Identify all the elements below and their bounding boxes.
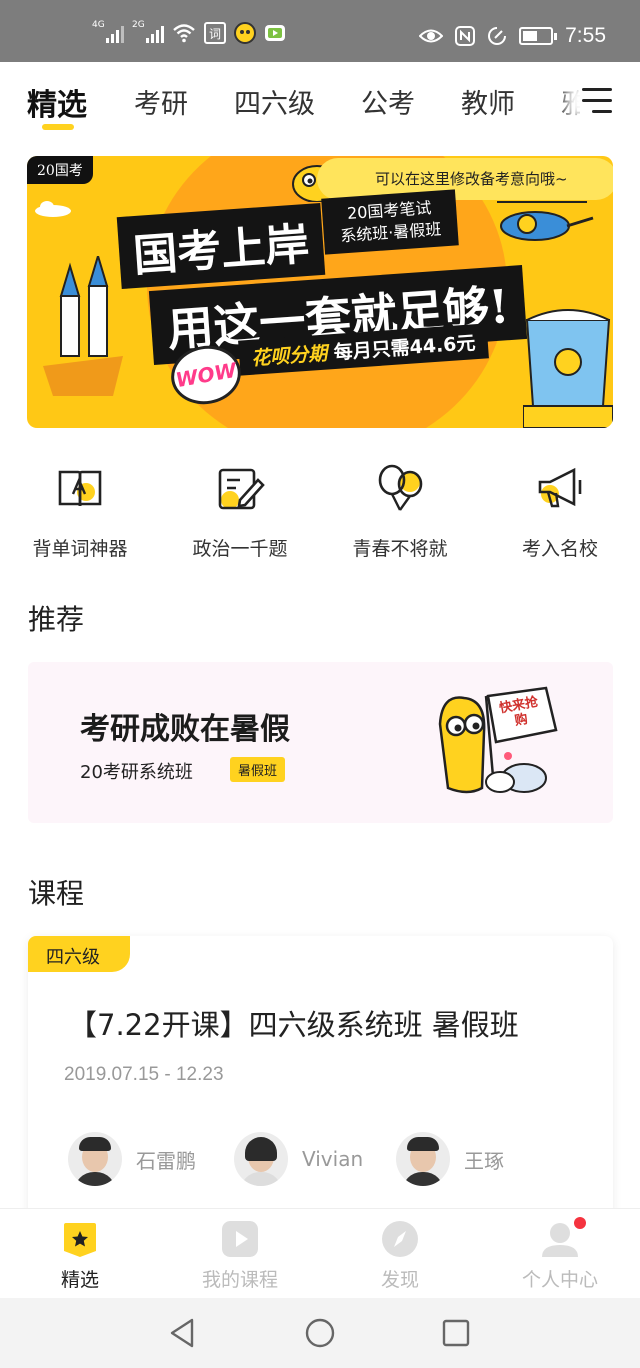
nfc-icon xyxy=(455,26,476,46)
back-icon[interactable] xyxy=(166,1316,200,1350)
course-title: 【7.22开课】四六级系统班 暑假班 xyxy=(68,1008,519,1042)
banner-hint-bubble[interactable]: 可以在这里修改备考意向哦~ xyxy=(317,158,613,200)
home-icon[interactable] xyxy=(303,1316,337,1350)
open-book-icon xyxy=(58,470,102,507)
teacher-name: 石雷鹏 xyxy=(136,1148,196,1173)
video-app-icon xyxy=(265,25,285,41)
banner-subtitle: 20国考笔试 系统班·暑假班 xyxy=(321,189,459,255)
course-card[interactable]: 四六级 【7.22开课】四六级系统班 暑假班 2019.07.15 - 12.2… xyxy=(28,936,613,1236)
nav-featured[interactable]: 精选 xyxy=(0,1221,160,1292)
category-tab-bar: 精选 考研 四六级 公考 教师 雅 xyxy=(0,62,640,142)
avatar xyxy=(396,1132,450,1186)
quick-entry-vocab[interactable]: 背单词神器 xyxy=(0,462,160,561)
app-screen: 4G 2G 词 7:55 精选 考研 四六级 公考 教师 雅 20国考 可以在这… xyxy=(0,0,640,1368)
banner-price-text: 每月只需44.6元 xyxy=(333,332,477,365)
category-menu-button[interactable] xyxy=(580,84,614,118)
system-navigation-bar xyxy=(0,1298,640,1368)
teacher-item: Vivian xyxy=(234,1132,363,1186)
nav-discover[interactable]: 发现 xyxy=(320,1221,480,1292)
banner-tag: 20国考 xyxy=(27,156,93,184)
recommend-card-badge: 暑假班 xyxy=(230,757,286,782)
eye-comfort-icon xyxy=(419,29,444,43)
play-icon xyxy=(222,1221,258,1257)
castle-icon xyxy=(43,256,123,396)
banner-price-highlight: 花呗分期 xyxy=(250,342,328,370)
course-category-tag: 四六级 xyxy=(28,936,130,972)
quick-entry-youth[interactable]: 青春不将就 xyxy=(320,462,480,561)
quick-entry-grid: 背单词神器 政治一千题 青春不将就 考入名校 xyxy=(0,462,640,572)
megaphone-icon xyxy=(538,467,582,508)
tab-civil-exam[interactable]: 公考 xyxy=(361,82,415,121)
recommend-card[interactable]: 考研成败在暑假 20考研系统班 暑假班 快来抢购 xyxy=(28,662,613,823)
signal-2g-icon: 2G xyxy=(132,21,164,43)
tab-kaoyan[interactable]: 考研 xyxy=(134,82,188,121)
recommend-card-title: 考研成败在暑假 xyxy=(80,712,290,747)
dictionary-app-icon: 词 xyxy=(204,22,226,44)
nav-label: 我的课程 xyxy=(201,1269,278,1291)
active-tab-indicator xyxy=(42,124,74,130)
notification-dot xyxy=(574,1217,586,1229)
clock: 7:55 xyxy=(565,24,606,47)
signal-4g-icon: 4G xyxy=(92,21,124,43)
status-bar: 4G 2G 词 7:55 xyxy=(0,0,640,62)
courses-section-title: 课程 xyxy=(28,877,85,910)
quick-entry-label: 考入名校 xyxy=(521,538,598,560)
monkey-app-icon xyxy=(234,22,256,44)
quick-entry-label: 背单词神器 xyxy=(32,538,128,560)
quick-entry-politics[interactable]: 政治一千题 xyxy=(160,462,320,561)
tab-featured[interactable]: 精选 xyxy=(27,80,87,124)
quick-entry-label: 政治一千题 xyxy=(192,538,288,560)
teacher-name: 王琢 xyxy=(464,1148,504,1173)
nav-label: 个人中心 xyxy=(521,1269,598,1291)
bottom-navigation: 精选 我的课程 发现 个人中心 xyxy=(0,1208,640,1298)
course-date: 2019.07.15 - 12.23 xyxy=(64,1064,224,1085)
banner-cloud-icon xyxy=(35,201,71,217)
balloons-icon xyxy=(378,464,423,511)
user-icon xyxy=(542,1217,586,1257)
notepad-pen-icon xyxy=(218,468,265,510)
battery-fill xyxy=(523,31,538,41)
quick-entry-top-school[interactable]: 考入名校 xyxy=(480,462,640,561)
cup-building-icon xyxy=(523,309,613,428)
promo-banner[interactable]: 20国考 可以在这里修改备考意向哦~ 国考上岸 20国考笔试 系统班·暑假班 用… xyxy=(27,156,613,428)
helicopter-icon xyxy=(497,201,594,241)
avatar xyxy=(234,1132,288,1186)
battery-icon xyxy=(519,27,558,45)
compass-icon xyxy=(382,1221,418,1257)
nav-profile[interactable]: 个人中心 xyxy=(480,1217,640,1292)
data-saver-icon xyxy=(488,27,507,45)
teacher-item: 石雷鹏 xyxy=(68,1132,196,1186)
banner-headline-1: 国考上岸 xyxy=(116,202,326,290)
quick-entry-label: 青春不将就 xyxy=(352,538,448,560)
status-right: 7:55 xyxy=(419,24,606,48)
star-bookmark-icon xyxy=(64,1223,96,1257)
wifi-icon xyxy=(173,24,195,43)
recommend-section-title: 推荐 xyxy=(28,603,85,636)
teacher-name: Vivian xyxy=(302,1147,364,1171)
nav-my-courses[interactable]: 我的课程 xyxy=(160,1221,320,1292)
teacher-item: 王琢 xyxy=(396,1132,504,1186)
recents-icon[interactable] xyxy=(439,1316,473,1350)
tab-teacher[interactable]: 教师 xyxy=(461,82,515,121)
recommend-card-subtitle: 20考研系统班 xyxy=(80,762,193,783)
status-left: 4G 2G 词 xyxy=(92,21,286,44)
avatar xyxy=(68,1132,122,1186)
nav-label: 发现 xyxy=(380,1269,419,1291)
tab-cet[interactable]: 四六级 xyxy=(234,82,315,121)
nav-label: 精选 xyxy=(60,1269,99,1291)
